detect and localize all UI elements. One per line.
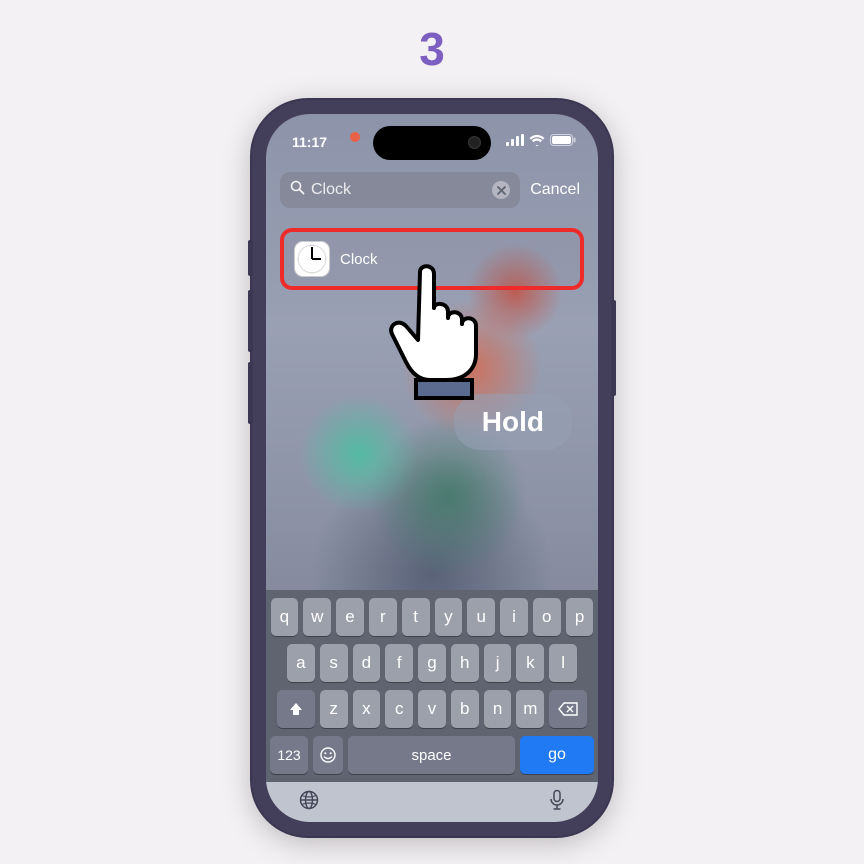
key-c[interactable]: c [385, 690, 413, 728]
volume-down-button [248, 362, 253, 424]
mute-switch [248, 240, 253, 276]
search-input[interactable]: Clock [280, 172, 520, 208]
key-f[interactable]: f [385, 644, 413, 682]
recording-indicator-icon [350, 132, 360, 142]
backspace-icon [558, 702, 578, 716]
key-z[interactable]: z [320, 690, 348, 728]
key-u[interactable]: u [467, 598, 495, 636]
key-q[interactable]: q [271, 598, 299, 636]
microphone-icon [548, 789, 566, 811]
key-i[interactable]: i [500, 598, 528, 636]
keyboard-row-4: 123 space go [270, 736, 594, 774]
globe-key[interactable] [298, 789, 320, 816]
keyboard-row-3: zxcvbnm [270, 690, 594, 728]
key-r[interactable]: r [369, 598, 397, 636]
key-b[interactable]: b [451, 690, 479, 728]
key-n[interactable]: n [484, 690, 512, 728]
key-e[interactable]: e [336, 598, 364, 636]
key-h[interactable]: h [451, 644, 479, 682]
globe-icon [298, 789, 320, 811]
status-time: 11:17 [292, 134, 327, 150]
key-k[interactable]: k [516, 644, 544, 682]
key-s[interactable]: s [320, 644, 348, 682]
keyboard-row-2: asdfghjkl [270, 644, 594, 682]
cell-signal-icon [506, 134, 524, 146]
key-v[interactable]: v [418, 690, 446, 728]
keyboard: qwertyuiop asdfghjkl zxcvbnm 123 space g… [266, 590, 598, 782]
key-a[interactable]: a [287, 644, 315, 682]
numbers-key[interactable]: 123 [270, 736, 308, 774]
search-result-label: Clock [340, 251, 378, 268]
search-query-text: Clock [311, 181, 492, 199]
key-x[interactable]: x [353, 690, 381, 728]
emoji-key[interactable] [313, 736, 343, 774]
clear-search-button[interactable] [492, 181, 510, 199]
wifi-icon [529, 134, 545, 146]
cancel-button[interactable]: Cancel [530, 181, 584, 199]
key-l[interactable]: l [549, 644, 577, 682]
search-row: Clock Cancel [280, 172, 584, 208]
backspace-key[interactable] [549, 690, 587, 728]
key-m[interactable]: m [516, 690, 544, 728]
x-icon [497, 186, 506, 195]
phone-screen: 11:17 Clock Cancel [266, 114, 598, 822]
power-button [611, 300, 616, 396]
clock-app-icon [294, 241, 330, 277]
key-o[interactable]: o [533, 598, 561, 636]
keyboard-row-1: qwertyuiop [270, 598, 594, 636]
hold-instruction-pill: Hold [454, 394, 572, 450]
dynamic-island [373, 126, 491, 160]
shift-key[interactable] [277, 690, 315, 728]
phone-frame: 11:17 Clock Cancel [252, 100, 612, 836]
search-result-clock[interactable]: Clock [280, 228, 584, 290]
shift-icon [288, 701, 304, 717]
key-t[interactable]: t [402, 598, 430, 636]
search-icon [290, 180, 305, 200]
step-number: 3 [0, 22, 864, 76]
go-key[interactable]: go [520, 736, 594, 774]
emoji-icon [319, 746, 337, 764]
key-y[interactable]: y [435, 598, 463, 636]
volume-up-button [248, 290, 253, 352]
key-w[interactable]: w [303, 598, 331, 636]
key-d[interactable]: d [353, 644, 381, 682]
space-key[interactable]: space [348, 736, 515, 774]
dictation-key[interactable] [548, 789, 566, 816]
key-j[interactable]: j [484, 644, 512, 682]
keyboard-toolbar [266, 782, 598, 822]
battery-icon [550, 134, 576, 146]
key-p[interactable]: p [566, 598, 594, 636]
key-g[interactable]: g [418, 644, 446, 682]
